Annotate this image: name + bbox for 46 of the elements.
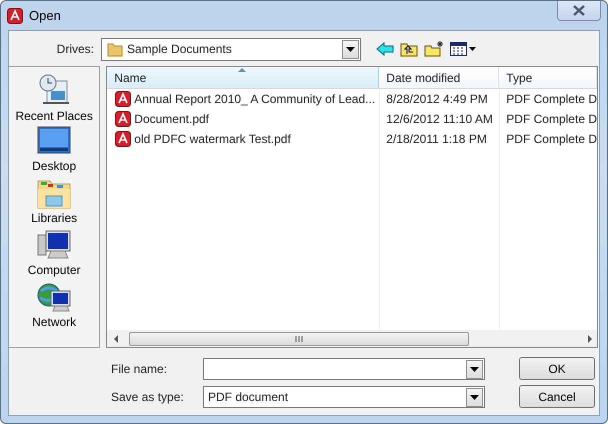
table-cell-text: PDF Complete D: [505, 131, 597, 148]
scrollbar-thumb[interactable]: [129, 332, 470, 346]
file-name[interactable]: Document.pdf: [134, 110, 210, 128]
save-as-type-label: Save as type:: [111, 389, 185, 406]
drives-dropdown[interactable]: Sample Documents: [101, 38, 361, 60]
file-name[interactable]: Annual Report 2010_ A Community of Lead...: [134, 90, 376, 108]
app-icon: [7, 8, 23, 24]
place-item[interactable]: Computer: [28, 229, 80, 281]
place-item[interactable]: Libraries: [31, 177, 78, 229]
table-cell-text: PDF Complete D: [505, 111, 597, 128]
dialog-button[interactable]: OK: [519, 357, 595, 380]
back-arrow-icon[interactable]: [376, 42, 394, 56]
column-header[interactable]: Date modified: [379, 67, 500, 88]
column-header[interactable]: Type: [499, 67, 597, 88]
pdf-icon: [115, 131, 132, 147]
drives-label: Drives:: [56, 41, 95, 58]
pdf-icon: [115, 111, 132, 127]
network-icon: [37, 281, 72, 313]
close-button[interactable]: [557, 1, 601, 21]
new-folder-icon[interactable]: [424, 41, 444, 57]
file-name[interactable]: old PDFC watermark Test.pdf: [134, 130, 291, 148]
caret-icon: [470, 366, 479, 372]
table-cell-text: 12/6/2012 11:10 AM: [385, 111, 494, 128]
sort-arrow-icon: [238, 68, 246, 72]
folder-icon: [107, 41, 123, 57]
dialog-button[interactable]: Cancel: [519, 385, 595, 408]
save-as-type-dropdown[interactable]: PDF document: [203, 386, 485, 408]
file-name-label: File name:: [111, 361, 168, 378]
window-title: Open: [29, 6, 61, 25]
table-cell-text: PDF Complete D: [505, 91, 597, 108]
place-item[interactable]: Desktop: [32, 125, 76, 177]
place-item[interactable]: Recent Places: [15, 73, 93, 125]
file-name-field[interactable]: [203, 358, 485, 380]
recent-places-icon: [37, 73, 72, 107]
up-folder-icon[interactable]: [400, 41, 418, 57]
table-cell-text: 8/28/2012 4:49 PM: [385, 91, 489, 108]
place-item[interactable]: Network: [32, 281, 76, 333]
close-icon: [572, 5, 586, 16]
table-cell-text: 2/18/2011 1:18 PM: [385, 131, 488, 148]
computer-icon: [37, 229, 72, 261]
caret-icon: [470, 394, 479, 400]
pdf-icon: [115, 91, 132, 107]
horizontal-scrollbar[interactable]: [107, 330, 597, 347]
column-header[interactable]: Name: [107, 67, 380, 88]
view-menu-icon[interactable]: [450, 42, 476, 56]
caret-icon: [346, 46, 355, 52]
